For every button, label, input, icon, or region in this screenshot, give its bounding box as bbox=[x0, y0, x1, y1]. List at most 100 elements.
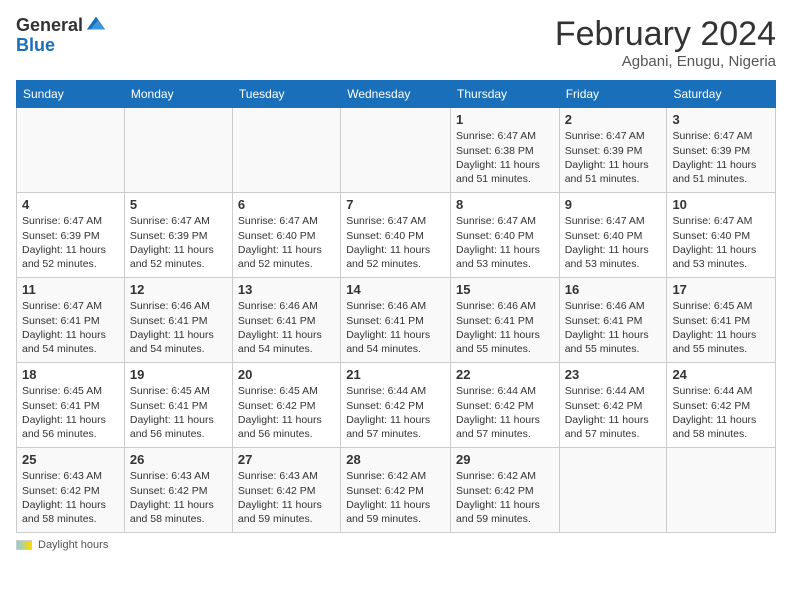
calendar-cell: 7 Sunrise: 6:47 AMSunset: 6:40 PMDaylight… bbox=[341, 193, 451, 278]
calendar-cell: 29Sunrise: 6:42 AMSunset: 6:42 PMDayligh… bbox=[451, 448, 560, 533]
calendar-cell: 27 Sunrise: 6:43 AMSunset: 6:42 PMDayligh… bbox=[232, 448, 340, 533]
header-day-saturday: Saturday bbox=[667, 81, 776, 108]
day-number: 15 bbox=[456, 282, 554, 297]
day-number: 22 bbox=[456, 367, 554, 382]
day-number: 13 bbox=[238, 282, 335, 297]
calendar-header: SundayMondayTuesdayWednesdayThursdayFrid… bbox=[17, 81, 776, 108]
day-info: Sunrise: 6:42 AMSunset: 6:42 PMDaylight:… bbox=[456, 469, 554, 526]
calendar-cell: 16 Sunrise: 6:46 AMSunset: 6:41 PMDayligh… bbox=[559, 278, 667, 363]
calendar-cell: 1 Sunrise: 6:47 AMSunset: 6:38 PMDaylight… bbox=[451, 108, 560, 193]
logo-general: General bbox=[16, 16, 83, 36]
header-day-friday: Friday bbox=[559, 81, 667, 108]
page-header: General Blue February 2024 Agbani, Enugu… bbox=[16, 16, 776, 70]
day-number: 28 bbox=[346, 452, 445, 467]
day-info: Sunrise: 6:47 AMSunset: 6:38 PMDaylight:… bbox=[456, 129, 554, 186]
daylight-label: Daylight hours bbox=[38, 539, 108, 551]
day-number: 24 bbox=[672, 367, 770, 382]
logo-icon bbox=[85, 13, 107, 35]
calendar-cell: 17Sunrise: 6:45 AMSunset: 6:41 PMDayligh… bbox=[667, 278, 776, 363]
day-info: Sunrise: 6:47 AMSunset: 6:40 PMDaylight:… bbox=[456, 214, 554, 271]
day-info: Sunrise: 6:43 AMSunset: 6:42 PMDaylight:… bbox=[238, 469, 335, 526]
day-number: 20 bbox=[238, 367, 335, 382]
day-info: Sunrise: 6:47 AMSunset: 6:40 PMDaylight:… bbox=[346, 214, 445, 271]
day-number: 7 bbox=[346, 197, 445, 212]
day-info: Sunrise: 6:47 AMSunset: 6:39 PMDaylight:… bbox=[672, 129, 770, 186]
day-info: Sunrise: 6:46 AMSunset: 6:41 PMDaylight:… bbox=[238, 299, 335, 356]
day-info: Sunrise: 6:45 AMSunset: 6:42 PMDaylight:… bbox=[238, 384, 335, 441]
day-number: 19 bbox=[130, 367, 227, 382]
logo: General Blue bbox=[16, 16, 107, 56]
day-info: Sunrise: 6:44 AMSunset: 6:42 PMDaylight:… bbox=[456, 384, 554, 441]
header-row: SundayMondayTuesdayWednesdayThursdayFrid… bbox=[17, 81, 776, 108]
day-number: 16 bbox=[565, 282, 662, 297]
logo-text: General Blue bbox=[16, 16, 107, 56]
day-number: 1 bbox=[456, 112, 554, 127]
calendar-cell: 15 Sunrise: 6:46 AMSunset: 6:41 PMDayligh… bbox=[451, 278, 560, 363]
calendar-cell: 8 Sunrise: 6:47 AMSunset: 6:40 PMDaylight… bbox=[451, 193, 560, 278]
day-info: Sunrise: 6:47 AMSunset: 6:39 PMDaylight:… bbox=[22, 214, 119, 271]
calendar-cell: 10 Sunrise: 6:47 AMSunset: 6:40 PMDayligh… bbox=[667, 193, 776, 278]
calendar-cell: 9Sunrise: 6:47 AMSunset: 6:40 PMDaylight… bbox=[559, 193, 667, 278]
calendar-cell bbox=[667, 448, 776, 533]
calendar-cell: 19Sunrise: 6:45 AMSunset: 6:41 PMDayligh… bbox=[124, 363, 232, 448]
calendar-body: 1 Sunrise: 6:47 AMSunset: 6:38 PMDaylight… bbox=[17, 108, 776, 533]
day-number: 8 bbox=[456, 197, 554, 212]
header-day-tuesday: Tuesday bbox=[232, 81, 340, 108]
month-title: February 2024 bbox=[555, 16, 776, 53]
day-info: Sunrise: 6:47 AMSunset: 6:40 PMDaylight:… bbox=[238, 214, 335, 271]
day-info: Sunrise: 6:46 AMSunset: 6:41 PMDaylight:… bbox=[565, 299, 662, 356]
calendar-cell bbox=[124, 108, 232, 193]
day-number: 18 bbox=[22, 367, 119, 382]
calendar-cell: 26 Sunrise: 6:43 AMSunset: 6:42 PMDayligh… bbox=[124, 448, 232, 533]
day-info: Sunrise: 6:46 AMSunset: 6:41 PMDaylight:… bbox=[130, 299, 227, 356]
calendar-cell: 14 Sunrise: 6:46 AMSunset: 6:41 PMDayligh… bbox=[341, 278, 451, 363]
header-day-wednesday: Wednesday bbox=[341, 81, 451, 108]
day-number: 27 bbox=[238, 452, 335, 467]
calendar-cell: 13 Sunrise: 6:46 AMSunset: 6:41 PMDayligh… bbox=[232, 278, 340, 363]
calendar-cell: 12Sunrise: 6:46 AMSunset: 6:41 PMDayligh… bbox=[124, 278, 232, 363]
calendar-cell: 11 Sunrise: 6:47 AMSunset: 6:41 PMDayligh… bbox=[17, 278, 125, 363]
day-number: 14 bbox=[346, 282, 445, 297]
day-number: 26 bbox=[130, 452, 227, 467]
calendar-cell bbox=[341, 108, 451, 193]
day-info: Sunrise: 6:45 AMSunset: 6:41 PMDaylight:… bbox=[22, 384, 119, 441]
day-number: 5 bbox=[130, 197, 227, 212]
day-info: Sunrise: 6:47 AMSunset: 6:39 PMDaylight:… bbox=[130, 214, 227, 271]
day-number: 3 bbox=[672, 112, 770, 127]
day-number: 21 bbox=[346, 367, 445, 382]
day-number: 10 bbox=[672, 197, 770, 212]
calendar-cell: 25Sunrise: 6:43 AMSunset: 6:42 PMDayligh… bbox=[17, 448, 125, 533]
footer: Daylight hours bbox=[16, 539, 776, 551]
calendar-cell: 24Sunrise: 6:44 AMSunset: 6:42 PMDayligh… bbox=[667, 363, 776, 448]
calendar-cell: 22 Sunrise: 6:44 AMSunset: 6:42 PMDayligh… bbox=[451, 363, 560, 448]
day-info: Sunrise: 6:43 AMSunset: 6:42 PMDaylight:… bbox=[130, 469, 227, 526]
week-row-4: 18 Sunrise: 6:45 AMSunset: 6:41 PMDayligh… bbox=[17, 363, 776, 448]
daylight-icon bbox=[16, 540, 32, 550]
day-info: Sunrise: 6:44 AMSunset: 6:42 PMDaylight:… bbox=[346, 384, 445, 441]
day-info: Sunrise: 6:47 AMSunset: 6:40 PMDaylight:… bbox=[672, 214, 770, 271]
calendar-cell: 5 Sunrise: 6:47 AMSunset: 6:39 PMDaylight… bbox=[124, 193, 232, 278]
day-number: 11 bbox=[22, 282, 119, 297]
calendar-cell: 21 Sunrise: 6:44 AMSunset: 6:42 PMDayligh… bbox=[341, 363, 451, 448]
location-title: Agbani, Enugu, Nigeria bbox=[555, 53, 776, 70]
calendar-cell: 28Sunrise: 6:42 AMSunset: 6:42 PMDayligh… bbox=[341, 448, 451, 533]
day-info: Sunrise: 6:44 AMSunset: 6:42 PMDaylight:… bbox=[565, 384, 662, 441]
calendar-cell bbox=[232, 108, 340, 193]
calendar-cell: 23Sunrise: 6:44 AMSunset: 6:42 PMDayligh… bbox=[559, 363, 667, 448]
calendar-table: SundayMondayTuesdayWednesdayThursdayFrid… bbox=[16, 80, 776, 533]
header-day-monday: Monday bbox=[124, 81, 232, 108]
header-day-sunday: Sunday bbox=[17, 81, 125, 108]
day-info: Sunrise: 6:47 AMSunset: 6:40 PMDaylight:… bbox=[565, 214, 662, 271]
calendar-cell: 4Sunrise: 6:47 AMSunset: 6:39 PMDaylight… bbox=[17, 193, 125, 278]
day-info: Sunrise: 6:47 AMSunset: 6:41 PMDaylight:… bbox=[22, 299, 119, 356]
calendar-cell: 6 Sunrise: 6:47 AMSunset: 6:40 PMDaylight… bbox=[232, 193, 340, 278]
title-section: February 2024 Agbani, Enugu, Nigeria bbox=[555, 16, 776, 70]
calendar-cell bbox=[17, 108, 125, 193]
day-info: Sunrise: 6:46 AMSunset: 6:41 PMDaylight:… bbox=[346, 299, 445, 356]
logo-blue: Blue bbox=[16, 36, 107, 56]
day-info: Sunrise: 6:45 AMSunset: 6:41 PMDaylight:… bbox=[672, 299, 770, 356]
day-info: Sunrise: 6:43 AMSunset: 6:42 PMDaylight:… bbox=[22, 469, 119, 526]
day-info: Sunrise: 6:46 AMSunset: 6:41 PMDaylight:… bbox=[456, 299, 554, 356]
day-number: 6 bbox=[238, 197, 335, 212]
week-row-3: 11 Sunrise: 6:47 AMSunset: 6:41 PMDayligh… bbox=[17, 278, 776, 363]
